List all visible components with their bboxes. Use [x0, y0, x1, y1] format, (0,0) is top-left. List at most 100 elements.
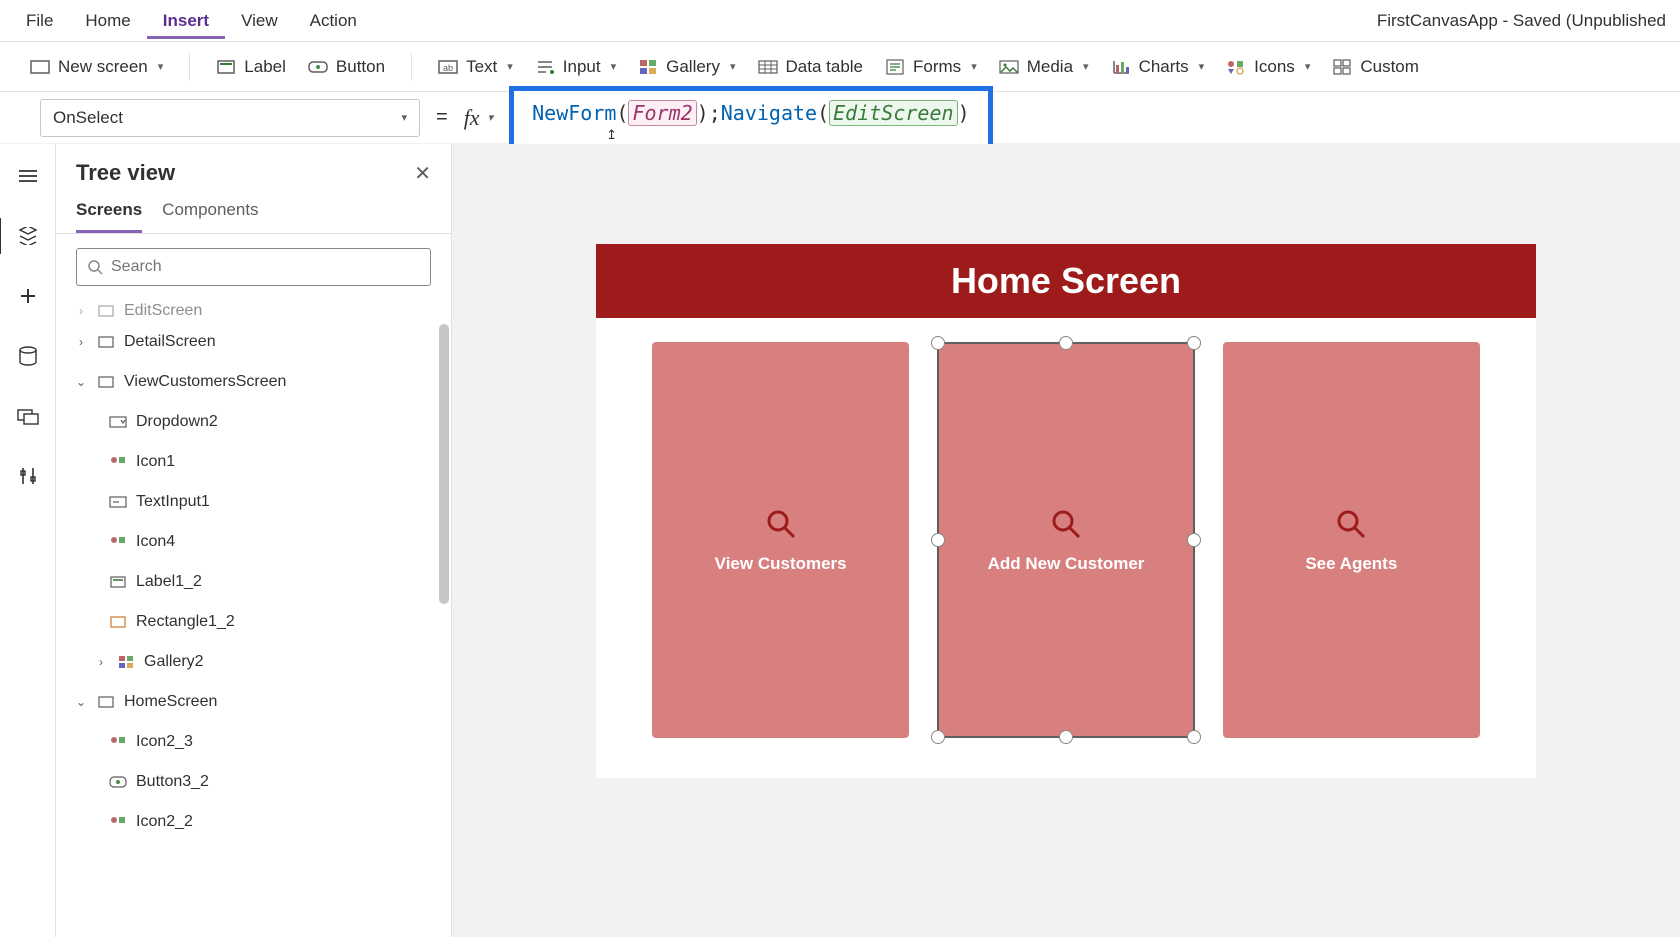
- icons-button[interactable]: Icons ▾: [1216, 51, 1320, 83]
- tree-item-label: HomeScreen: [124, 693, 217, 711]
- tree-item-button3-2[interactable]: Button3_2: [64, 762, 443, 802]
- tree-item-rectangle1-2[interactable]: Rectangle1_2: [64, 602, 443, 642]
- screen-icon: [96, 303, 116, 319]
- resize-handle[interactable]: [1059, 730, 1073, 744]
- tree-item-icon2-2[interactable]: Icon2_2: [64, 802, 443, 842]
- card-view-customers[interactable]: View Customers: [652, 342, 909, 738]
- tree-item-icon4[interactable]: Icon4: [64, 522, 443, 562]
- resize-handle[interactable]: [1187, 336, 1201, 350]
- tree-item-icon2-3[interactable]: Icon2_3: [64, 722, 443, 762]
- gallery-icon: [638, 59, 658, 75]
- text-button[interactable]: ab Text ▾: [428, 51, 523, 83]
- icons-icon: [1226, 59, 1246, 75]
- chevron-right-icon: ›: [74, 335, 88, 349]
- tools-icon[interactable]: [14, 462, 42, 490]
- text-icon: ab: [438, 59, 458, 75]
- input-label: Input: [563, 57, 601, 77]
- hamburger-icon[interactable]: [14, 162, 42, 190]
- forms-label: Forms: [913, 57, 961, 77]
- tree-tabs: Screens Components: [56, 194, 451, 234]
- screen-icon: [96, 694, 116, 710]
- gallery-button[interactable]: Gallery ▾: [628, 51, 745, 83]
- text-label: Text: [466, 57, 497, 77]
- media-button[interactable]: Media ▾: [989, 51, 1099, 83]
- data-table-label: Data table: [786, 57, 864, 77]
- chevron-down-icon: ▾: [1305, 60, 1311, 73]
- tree-item-detailscreen[interactable]: › DetailScreen: [64, 322, 443, 362]
- chevron-down-icon: ▾: [971, 60, 977, 73]
- tree-item-editscreen-partial[interactable]: › EditScreen: [64, 300, 443, 322]
- chevron-right-icon: ›: [94, 655, 108, 669]
- tree-item-label: TextInput1: [136, 493, 210, 511]
- tree-item-gallery2[interactable]: › Gallery2: [64, 642, 443, 682]
- tree-item-homescreen[interactable]: ⌄ HomeScreen: [64, 682, 443, 722]
- search-field[interactable]: [111, 258, 420, 276]
- tree-item-label: Dropdown2: [136, 413, 218, 431]
- label-icon: [108, 574, 128, 590]
- menu-insert[interactable]: Insert: [147, 3, 225, 39]
- menu-bar: File Home Insert View Action FirstCanvas…: [0, 0, 1680, 42]
- property-selector[interactable]: OnSelect ▾: [40, 99, 420, 137]
- tree-view-icon[interactable]: [14, 222, 42, 250]
- tree-view-panel: Tree view ✕ Screens Components › EditScr…: [56, 144, 452, 937]
- tree-list: › EditScreen › DetailScreen ⌄ ViewCustom…: [56, 300, 451, 937]
- button-icon: [308, 59, 328, 75]
- button-button[interactable]: Button: [298, 51, 395, 83]
- tree-item-label: Gallery2: [144, 653, 204, 671]
- custom-button[interactable]: Custom: [1322, 51, 1429, 83]
- card-add-new-customer[interactable]: Add New Customer: [937, 342, 1194, 738]
- media-label: Media: [1027, 57, 1073, 77]
- tree-item-label1-2[interactable]: Label1_2: [64, 562, 443, 602]
- dropdown-icon: [108, 414, 128, 430]
- resize-handle[interactable]: [931, 336, 945, 350]
- chevron-down-icon: ▾: [730, 60, 736, 73]
- data-icon[interactable]: [14, 342, 42, 370]
- menu-action[interactable]: Action: [294, 3, 373, 39]
- screen-title[interactable]: Home Screen: [596, 244, 1536, 318]
- tab-components[interactable]: Components: [162, 200, 258, 233]
- canvas-screen[interactable]: Home Screen View Customers Add New Custo…: [596, 244, 1536, 778]
- ribbon: New screen ▾ Label Button ab Text ▾ Inpu…: [0, 42, 1680, 92]
- resize-handle[interactable]: [1187, 533, 1201, 547]
- input-button[interactable]: Input ▾: [525, 51, 626, 83]
- resize-handle[interactable]: [1059, 336, 1073, 350]
- textinput-icon: [108, 494, 128, 510]
- tab-screens[interactable]: Screens: [76, 200, 142, 233]
- caret-indicator: ↥: [606, 127, 617, 143]
- new-screen-button[interactable]: New screen ▾: [20, 51, 173, 83]
- insert-icon[interactable]: [14, 282, 42, 310]
- formula-input-highlight[interactable]: NewForm(Form2);Navigate(EditScreen) ↥: [509, 86, 993, 150]
- fx-label[interactable]: fx ▾: [464, 105, 493, 131]
- custom-icon: [1332, 59, 1352, 75]
- tree-item-label: Icon2_2: [136, 813, 193, 831]
- tree-item-textinput1[interactable]: TextInput1: [64, 482, 443, 522]
- resize-handle[interactable]: [1187, 730, 1201, 744]
- tree-item-viewcustomersscreen[interactable]: ⌄ ViewCustomersScreen: [64, 362, 443, 402]
- card-label: Add New Customer: [988, 554, 1145, 574]
- charts-button[interactable]: Charts ▾: [1101, 51, 1215, 83]
- formula-text: NewForm(Form2);Navigate(EditScreen): [532, 101, 970, 125]
- data-table-button[interactable]: Data table: [748, 51, 874, 83]
- shapes-icon: [108, 454, 128, 470]
- canvas-area[interactable]: Home Screen View Customers Add New Custo…: [452, 144, 1680, 937]
- resize-handle[interactable]: [931, 730, 945, 744]
- media-icon: [999, 59, 1019, 75]
- shapes-icon: [108, 814, 128, 830]
- media-rail-icon[interactable]: [14, 402, 42, 430]
- tree-item-dropdown2[interactable]: Dropdown2: [64, 402, 443, 442]
- resize-handle[interactable]: [931, 533, 945, 547]
- card-label: See Agents: [1305, 554, 1397, 574]
- menu-file[interactable]: File: [10, 3, 69, 39]
- tree-item-label: ViewCustomersScreen: [124, 373, 286, 391]
- cards-row: View Customers Add New Customer: [596, 318, 1536, 778]
- close-icon[interactable]: ✕: [414, 161, 431, 186]
- menu-view[interactable]: View: [225, 3, 294, 39]
- label-button[interactable]: Label: [206, 51, 296, 83]
- tree-item-icon1[interactable]: Icon1: [64, 442, 443, 482]
- card-see-agents[interactable]: See Agents: [1223, 342, 1480, 738]
- chevron-down-icon: ⌄: [74, 695, 88, 709]
- search-input[interactable]: [76, 248, 431, 286]
- scrollbar[interactable]: [439, 324, 449, 604]
- forms-button[interactable]: Forms ▾: [875, 51, 987, 83]
- menu-home[interactable]: Home: [69, 3, 146, 39]
